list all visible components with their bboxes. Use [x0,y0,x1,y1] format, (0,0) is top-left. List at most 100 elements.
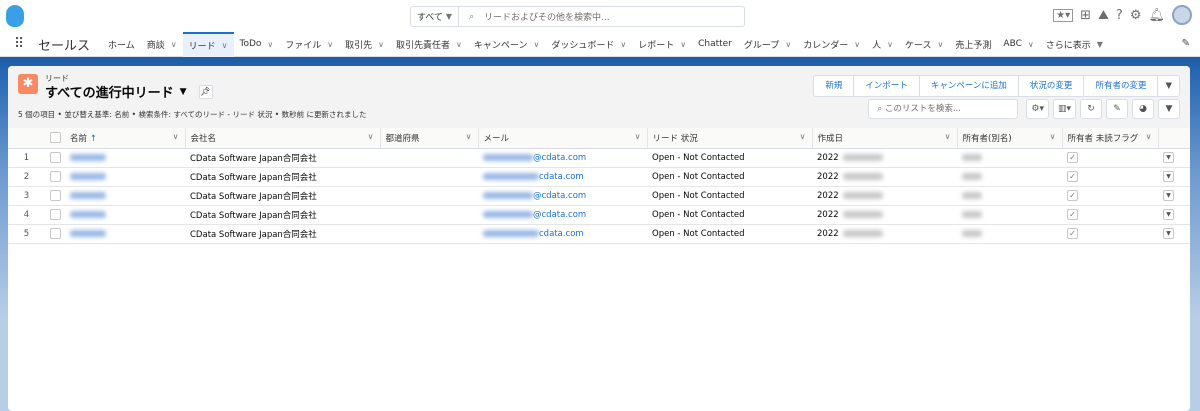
row-action-chevron-icon[interactable]: ▼ [1163,209,1174,220]
list-search-input[interactable]: ⌕ このリストを検索... [868,99,1019,119]
select-all-checkbox[interactable] [50,132,61,144]
more-actions-chevron-icon[interactable]: ▼ [1158,76,1179,96]
nav-item[interactable]: 取引先責任者 ∨ [390,32,468,57]
email-link[interactable]: @cdata.com [478,205,647,225]
lead-name-link[interactable] [65,224,185,244]
chevron-down-icon[interactable]: ∨ [456,40,462,49]
email-suffix[interactable]: cdata.com [539,229,584,239]
avatar[interactable] [1172,5,1192,25]
notification-bell-icon[interactable]: 🔔︎ [1148,8,1165,23]
nav-item[interactable]: グループ ∨ [738,32,797,57]
row-actions[interactable]: ▼ [1158,186,1190,206]
row-checkbox[interactable] [50,209,61,220]
chevron-down-icon[interactable]: ∨ [887,40,893,49]
row-actions[interactable]: ▼ [1158,167,1190,187]
nav-item[interactable]: ABC ∨ [997,32,1039,57]
refresh-icon[interactable]: ↻ [1080,99,1102,119]
chevron-down-icon[interactable]: ∨ [620,40,626,49]
salesforce-logo[interactable] [6,5,24,27]
chevron-down-icon[interactable]: ∨ [171,40,177,49]
nav-item[interactable]: ホーム [102,32,141,57]
column-menu-chevron-icon[interactable]: ∨ [173,132,179,141]
row-checkbox[interactable] [50,152,61,163]
action-button[interactable]: 所有者の変更 [1084,76,1159,96]
inline-edit-pencil-icon[interactable]: ✎ [1106,99,1128,119]
nav-item[interactable]: ファイル ∨ [279,32,339,57]
setup-gear-icon[interactable]: ⚙ [1130,8,1142,23]
search-scope-select[interactable]: すべて ▼ [411,7,459,26]
nav-item[interactable]: 商談 ∨ [141,32,183,57]
row-action-chevron-icon[interactable]: ▼ [1163,228,1174,239]
nav-item[interactable]: カレンダー ∨ [797,32,866,57]
action-button[interactable]: インポート [854,76,920,96]
email-suffix[interactable]: @cdata.com [533,153,586,163]
chevron-down-icon[interactable]: ∨ [1028,40,1034,49]
column-header[interactable]: 都道府県 ∨ [380,128,479,149]
row-action-chevron-icon[interactable]: ▼ [1163,190,1174,201]
column-header[interactable]: メール ∨ [478,128,648,149]
list-settings-gear-icon[interactable]: ⚙▾ [1026,99,1049,119]
email-suffix[interactable]: @cdata.com [533,191,586,201]
row-actions[interactable]: ▼ [1158,224,1190,244]
row-select[interactable] [45,224,65,244]
column-menu-chevron-icon[interactable]: ∨ [635,132,641,141]
nav-item[interactable]: リード ∨ [182,31,234,57]
filter-icon[interactable]: ▼ [1158,99,1180,119]
row-select[interactable] [45,205,65,225]
chevron-down-icon[interactable]: ∨ [938,40,944,49]
nav-item[interactable]: ダッシュボード ∨ [545,32,632,57]
row-actions[interactable]: ▼ [1158,148,1190,168]
column-header[interactable]: 会社名 ∨ [185,128,381,149]
lead-name-link[interactable] [65,186,185,206]
action-button[interactable]: 新規 [814,76,855,96]
column-menu-chevron-icon[interactable]: ∨ [1050,132,1056,141]
chevron-down-icon[interactable]: ∨ [785,40,791,49]
pin-icon[interactable]: 📌︎ [198,84,213,99]
lead-name-link[interactable] [65,205,185,225]
display-as-table-icon[interactable]: ▥▾ [1052,99,1076,119]
email-link[interactable]: cdata.com [478,224,647,244]
row-action-chevron-icon[interactable]: ▼ [1163,171,1174,182]
column-menu-chevron-icon[interactable]: ∨ [466,132,472,141]
nav-more[interactable]: さらに表示 ▼ [1040,32,1109,57]
chevron-down-icon[interactable]: ∨ [222,41,228,50]
action-button[interactable]: キャンペーンに追加 [920,76,1019,96]
nav-item[interactable]: レポート ∨ [632,32,692,57]
global-search[interactable]: すべて ▼ ⌕ リードおよびその他を検索中... [410,6,745,27]
column-header[interactable]: リード 状況 ∨ [647,128,813,149]
row-select[interactable] [45,167,65,187]
column-header[interactable]: 作成日 ∨ [812,128,958,149]
row-checkbox[interactable] [50,190,61,201]
nav-item[interactable]: Chatter [692,32,738,57]
email-suffix[interactable]: @cdata.com [533,210,586,220]
row-checkbox[interactable] [50,171,61,182]
chevron-down-icon[interactable]: ∨ [854,40,860,49]
row-actions[interactable]: ▼ [1158,205,1190,225]
email-link[interactable]: cdata.com [478,167,647,187]
help-icon[interactable]: ? [1116,8,1123,23]
row-checkbox[interactable] [50,228,61,239]
row-action-chevron-icon[interactable]: ▼ [1163,152,1174,163]
email-link[interactable]: @cdata.com [478,186,647,206]
column-header[interactable]: 所有者 未読フラグ ∨ [1062,128,1159,149]
lead-name-link[interactable] [65,167,185,187]
lead-name-link[interactable] [65,148,185,168]
email-link[interactable]: @cdata.com [478,148,647,168]
chevron-down-icon[interactable]: ∨ [533,40,539,49]
chevron-down-icon[interactable]: ∨ [267,40,273,49]
column-header[interactable]: 名前 ↑ ∨ [65,128,186,149]
nav-item[interactable]: ToDo ∨ [234,32,280,57]
app-launcher-icon[interactable]: ⠿ [14,37,28,51]
list-view-selector[interactable]: すべての進行中リード ▼ 📌︎ [45,82,213,101]
action-button[interactable]: 状況の変更 [1019,76,1085,96]
charts-icon[interactable]: ◕ [1132,99,1154,119]
favorites-icon[interactable]: ★▾ [1053,8,1074,22]
edit-nav-icon[interactable]: ✎ [1182,38,1190,49]
select-all-header[interactable] [45,128,65,149]
nav-item[interactable]: 人 ∨ [866,32,899,57]
nav-item[interactable]: 売上予測 [949,32,997,57]
nav-item[interactable]: ケース ∨ [899,32,949,57]
column-menu-chevron-icon[interactable]: ∨ [1146,132,1152,141]
column-menu-chevron-icon[interactable]: ∨ [945,132,951,141]
row-select[interactable] [45,186,65,206]
